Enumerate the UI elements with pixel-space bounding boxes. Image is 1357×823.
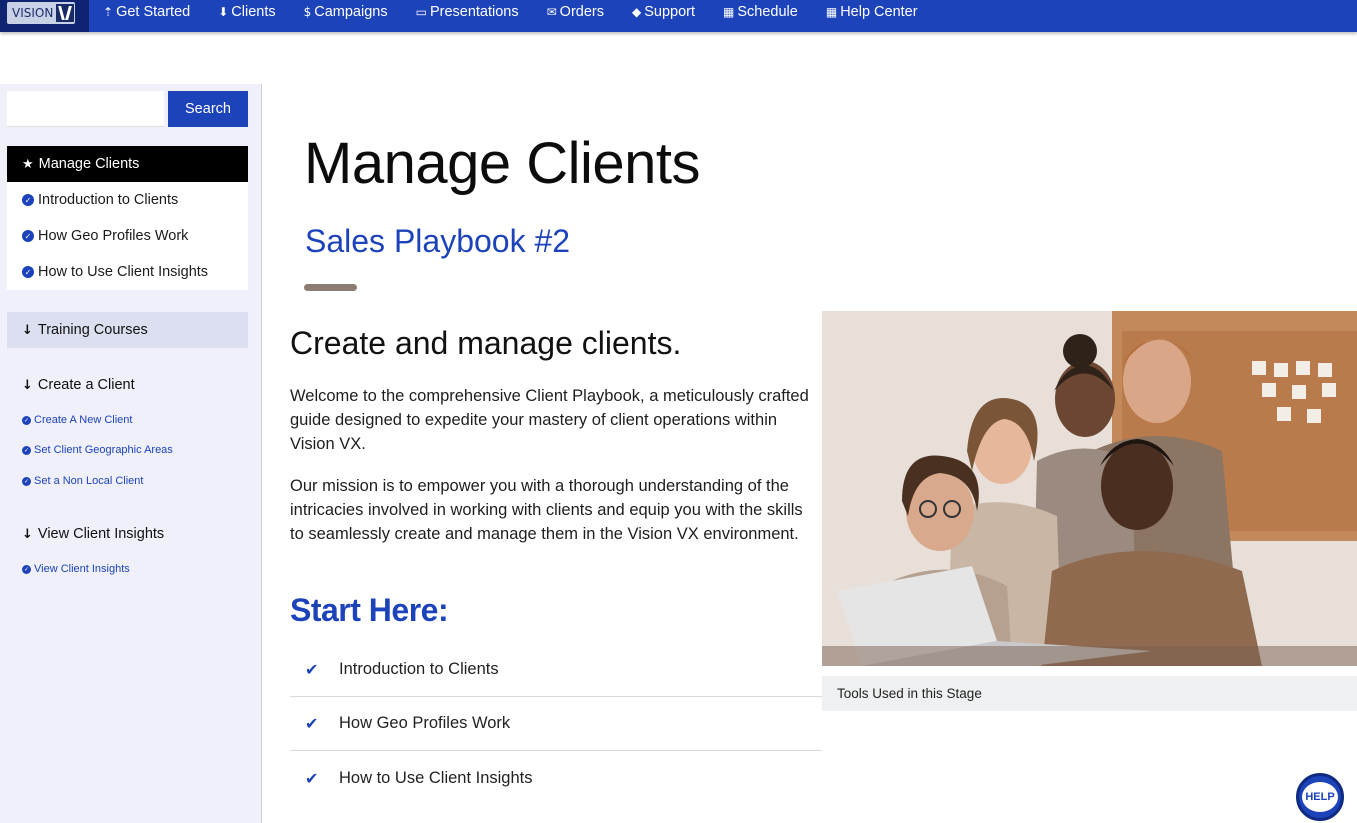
tag-icon: ◆	[632, 5, 642, 19]
link-create-new-client[interactable]: ✓ Create A New Client	[22, 414, 132, 426]
arrow-down-icon: ↓	[22, 322, 33, 338]
page-subtitle: Sales Playbook #2	[305, 223, 571, 259]
check-circle-icon: ✓	[22, 445, 31, 455]
vision-logo[interactable]: VISION	[7, 2, 75, 24]
search-button[interactable]: Search	[168, 91, 248, 127]
page-title: Manage Clients	[304, 131, 701, 196]
check-circle-icon: ✓	[22, 194, 34, 206]
nav-campaigns[interactable]: $ Campaigns	[304, 4, 388, 20]
section-title: View Client Insights	[37, 526, 165, 542]
section-heading: Create and manage clients.	[290, 325, 682, 361]
nav-label: Get Started	[116, 4, 191, 20]
monitor-icon: ▭	[415, 5, 427, 19]
calendar-icon: ▦	[825, 5, 838, 19]
sidebar-item-introduction[interactable]: ✓ Introduction to Clients	[7, 182, 248, 218]
check-icon: ✔	[305, 768, 319, 788]
arrow-down-icon: ⬇	[218, 5, 229, 19]
training-label: Training Courses	[37, 322, 148, 338]
nav-label: Support	[644, 4, 696, 20]
image-caption: Tools Used in this Stage	[822, 676, 1357, 711]
nav-get-started[interactable]: ⇡ Get Started	[103, 4, 190, 20]
mission-paragraph: Our mission is to empower you with a tho…	[290, 477, 803, 543]
sidebar-item-manage-clients[interactable]: ★ Manage Clients	[7, 146, 248, 182]
section-view-insights[interactable]: ↓ View Client Insights	[22, 526, 164, 542]
start-list: ✔ Introduction to Clients ✔ How Geo Prof…	[290, 643, 822, 805]
link-label: View Client Insights	[34, 563, 130, 575]
team-photo-illustration	[822, 311, 1357, 666]
list-item-label: How to Use Client Insights	[339, 768, 533, 787]
nav-help-center[interactable]: ▦ Help Center	[826, 4, 918, 20]
section-create-client[interactable]: ↓ Create a Client	[22, 377, 135, 393]
nav-label: Schedule	[737, 4, 798, 20]
playbook-nav: ★ Manage Clients ✓ Introduction to Clien…	[7, 146, 248, 290]
nav-label: Orders	[559, 4, 604, 20]
check-circle-icon: ✓	[22, 230, 34, 242]
arrow-down-icon: ↓	[22, 526, 33, 542]
star-icon: ★	[22, 156, 34, 172]
link-label: Set Client Geographic Areas	[34, 444, 173, 456]
nav-support[interactable]: ◆ Support	[632, 4, 695, 20]
nav-label: Clients	[231, 4, 276, 20]
dollar-icon: $	[303, 5, 312, 19]
nav-label: Help Center	[840, 4, 918, 20]
check-circle-icon: ✓	[22, 564, 31, 574]
intro-paragraph: Welcome to the comprehensive Client Play…	[290, 387, 809, 453]
check-circle-icon: ✓	[22, 415, 31, 425]
logo-v-mark-icon	[56, 4, 75, 22]
list-item-label: How Geo Profiles Work	[339, 714, 511, 732]
link-label: Set a Non Local Client	[34, 475, 144, 487]
arrow-up-icon: ⇡	[103, 5, 114, 19]
sidebar-item-geo-profiles[interactable]: ✓ How Geo Profiles Work	[7, 218, 248, 254]
nav-label: Campaigns	[314, 4, 388, 20]
list-item[interactable]: ✔ How Geo Profiles Work	[290, 697, 822, 751]
arrow-down-icon: ↓	[22, 377, 33, 393]
link-set-geographic-areas[interactable]: ✓ Set Client Geographic Areas	[22, 444, 173, 456]
sidebar-item-label: How Geo Profiles Work	[38, 228, 189, 244]
check-icon: ✔	[305, 714, 319, 733]
calendar-icon: ▦	[723, 5, 735, 19]
section-title: Create a Client	[37, 377, 135, 393]
start-here-heading: Start Here:	[290, 592, 449, 628]
help-button[interactable]: HELP	[1296, 773, 1344, 821]
list-item-label: Introduction to Clients	[339, 660, 499, 678]
list-item[interactable]: ✔ Introduction to Clients	[290, 643, 822, 697]
title-divider	[304, 284, 357, 291]
top-navbar: VISION ⇡ Get Started ⬇ Clients $ Campaigns …	[0, 0, 1357, 32]
link-label: Create A New Client	[34, 414, 133, 426]
check-icon: ✔	[305, 660, 319, 679]
nav-orders[interactable]: ✉ Orders	[547, 4, 604, 20]
help-bubble-icon: HELP	[1302, 782, 1338, 812]
check-circle-icon: ✓	[22, 476, 31, 486]
check-circle-icon: ✓	[22, 266, 34, 278]
link-view-client-insights[interactable]: ✓ View Client Insights	[22, 563, 130, 575]
team-photo	[822, 311, 1357, 666]
search-input[interactable]	[7, 91, 164, 127]
logo-area[interactable]: VISION	[0, 0, 89, 32]
training-courses-toggle[interactable]: ↓ Training Courses	[7, 312, 248, 348]
logo-text: VISION	[12, 6, 54, 20]
sidebar-item-client-insights[interactable]: ✓ How to Use Client Insights	[7, 254, 248, 290]
sidebar: Search ★ Manage Clients ✓ Introduction t…	[0, 84, 262, 823]
nav-clients[interactable]: ⬇ Clients	[218, 4, 275, 20]
sidebar-item-label: How to Use Client Insights	[38, 264, 209, 280]
nav-schedule[interactable]: ▦ Schedule	[723, 4, 798, 20]
help-label: HELP	[1305, 791, 1335, 803]
sidebar-item-label: Introduction to Clients	[38, 192, 179, 208]
nav-label: Presentations	[429, 4, 519, 20]
nav-presentations[interactable]: ▭ Presentations	[416, 4, 519, 20]
sidebar-item-label: Manage Clients	[38, 156, 140, 172]
list-item[interactable]: ✔ How to Use Client Insights	[290, 751, 822, 805]
envelope-icon: ✉	[546, 5, 557, 19]
link-non-local-client[interactable]: ✓ Set a Non Local Client	[22, 475, 143, 487]
nav-menu: ⇡ Get Started ⬇ Clients $ Campaigns ▭ Presen…	[103, 0, 946, 24]
